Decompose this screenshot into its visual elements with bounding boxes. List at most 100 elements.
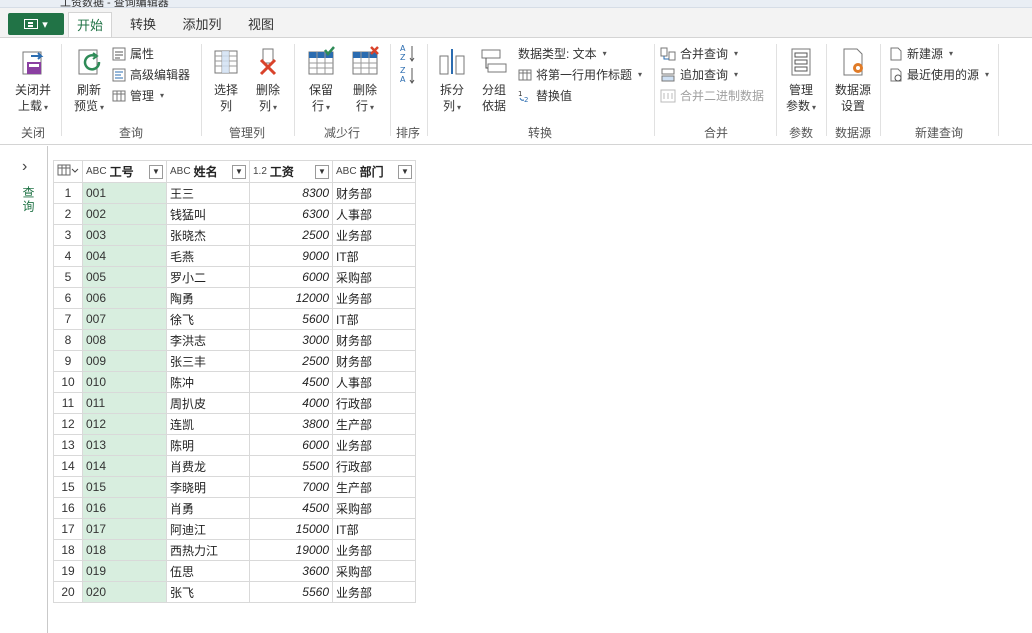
id-cell[interactable]: 004 bbox=[82, 245, 167, 267]
split-column-button[interactable]: 拆分 列 ▾ bbox=[432, 42, 472, 116]
salary-cell[interactable]: 5600 bbox=[249, 308, 333, 330]
tab-transform[interactable]: 转换 bbox=[120, 12, 166, 38]
append-queries-button[interactable]: 追加查询 ▾ bbox=[660, 65, 738, 85]
manage-query-button[interactable]: 管理 ▾ bbox=[112, 86, 164, 106]
name-cell[interactable]: 肖勇 bbox=[166, 497, 250, 519]
sort-ascending-button[interactable]: AZ bbox=[400, 42, 416, 64]
salary-cell[interactable]: 6000 bbox=[249, 266, 333, 288]
row-number-cell[interactable]: 7 bbox=[53, 308, 83, 330]
close-and-load-button[interactable]: 关闭并 上载 ▾ bbox=[8, 42, 58, 116]
id-cell[interactable]: 013 bbox=[82, 434, 167, 456]
department-cell[interactable]: 人事部 bbox=[332, 371, 416, 393]
properties-button[interactable]: 属性 bbox=[112, 44, 154, 64]
name-cell[interactable]: 陶勇 bbox=[166, 287, 250, 309]
decimal-type-icon[interactable]: 1.2 bbox=[253, 166, 267, 177]
id-cell[interactable]: 017 bbox=[82, 518, 167, 540]
expand-pane-chevron-icon[interactable]: › bbox=[22, 158, 27, 176]
table-row[interactable]: 16 016 肖勇 4500 采购部 bbox=[53, 497, 416, 519]
table-row[interactable]: 19 019 伍思 3600 采购部 bbox=[53, 560, 416, 582]
id-cell[interactable]: 001 bbox=[82, 182, 167, 204]
table-row[interactable]: 7 007 徐飞 5600 IT部 bbox=[53, 308, 416, 330]
name-cell[interactable]: 罗小二 bbox=[166, 266, 250, 288]
table-row[interactable]: 6 006 陶勇 12000 业务部 bbox=[53, 287, 416, 309]
replace-values-button[interactable]: 12 替换值 bbox=[518, 86, 572, 106]
table-row[interactable]: 11 011 周扒皮 4000 行政部 bbox=[53, 392, 416, 414]
merge-queries-button[interactable]: 合并查询 ▾ bbox=[660, 44, 738, 64]
row-number-cell[interactable]: 13 bbox=[53, 434, 83, 456]
column-header-department[interactable]: ABC 部门 ▼ bbox=[332, 160, 416, 183]
salary-cell[interactable]: 3800 bbox=[249, 413, 333, 435]
table-row[interactable]: 12 012 连凯 3800 生产部 bbox=[53, 413, 416, 435]
table-row[interactable]: 9 009 张三丰 2500 财务部 bbox=[53, 350, 416, 372]
row-number-cell[interactable]: 5 bbox=[53, 266, 83, 288]
department-cell[interactable]: IT部 bbox=[332, 308, 416, 330]
department-cell[interactable]: 业务部 bbox=[332, 434, 416, 456]
row-number-cell[interactable]: 11 bbox=[53, 392, 83, 414]
filter-dropdown-icon[interactable]: ▼ bbox=[398, 164, 412, 179]
id-cell[interactable]: 009 bbox=[82, 350, 167, 372]
tab-view[interactable]: 视图 bbox=[238, 12, 284, 38]
manage-parameters-button[interactable]: 管理 参数 ▾ bbox=[779, 42, 823, 116]
id-cell[interactable]: 016 bbox=[82, 497, 167, 519]
table-corner-menu[interactable] bbox=[53, 160, 83, 183]
name-cell[interactable]: 李洪志 bbox=[166, 329, 250, 351]
name-cell[interactable]: 张三丰 bbox=[166, 350, 250, 372]
table-row[interactable]: 13 013 陈明 6000 业务部 bbox=[53, 434, 416, 456]
row-number-cell[interactable]: 10 bbox=[53, 371, 83, 393]
salary-cell[interactable]: 6300 bbox=[249, 203, 333, 225]
name-cell[interactable]: 王三 bbox=[166, 182, 250, 204]
id-cell[interactable]: 015 bbox=[82, 476, 167, 498]
name-cell[interactable]: 徐飞 bbox=[166, 308, 250, 330]
department-cell[interactable]: 业务部 bbox=[332, 539, 416, 561]
salary-cell[interactable]: 15000 bbox=[249, 518, 333, 540]
column-header-id[interactable]: ABC 工号 ▼ bbox=[82, 160, 167, 183]
tab-add-column[interactable]: 添加列 bbox=[172, 12, 232, 38]
combine-binaries-button[interactable]: 合并二进制数据 bbox=[660, 86, 764, 106]
id-cell[interactable]: 014 bbox=[82, 455, 167, 477]
department-cell[interactable]: IT部 bbox=[332, 245, 416, 267]
filter-dropdown-icon[interactable]: ▼ bbox=[232, 164, 246, 179]
text-type-icon[interactable]: ABC bbox=[336, 166, 357, 177]
row-number-cell[interactable]: 3 bbox=[53, 224, 83, 246]
remove-columns-button[interactable]: 删除 列 ▾ bbox=[248, 42, 288, 116]
use-first-row-as-headers-button[interactable]: 将第一行用作标题 ▾ bbox=[518, 65, 642, 85]
data-type-dropdown[interactable]: 数据类型: 文本 ▾ bbox=[518, 44, 607, 64]
row-number-cell[interactable]: 19 bbox=[53, 560, 83, 582]
row-number-cell[interactable]: 8 bbox=[53, 329, 83, 351]
file-menu-button[interactable]: ▾ bbox=[8, 13, 64, 35]
table-row[interactable]: 3 003 张晓杰 2500 业务部 bbox=[53, 224, 416, 246]
name-cell[interactable]: 陈明 bbox=[166, 434, 250, 456]
department-cell[interactable]: 业务部 bbox=[332, 581, 416, 603]
sort-descending-button[interactable]: ZA bbox=[400, 64, 416, 86]
column-header-salary[interactable]: 1.2 工资 ▼ bbox=[249, 160, 333, 183]
salary-cell[interactable]: 2500 bbox=[249, 224, 333, 246]
department-cell[interactable]: 财务部 bbox=[332, 329, 416, 351]
name-cell[interactable]: 陈冲 bbox=[166, 371, 250, 393]
name-cell[interactable]: 毛燕 bbox=[166, 245, 250, 267]
salary-cell[interactable]: 12000 bbox=[249, 287, 333, 309]
name-cell[interactable]: 连凯 bbox=[166, 413, 250, 435]
salary-cell[interactable]: 5500 bbox=[249, 455, 333, 477]
salary-cell[interactable]: 9000 bbox=[249, 245, 333, 267]
id-cell[interactable]: 003 bbox=[82, 224, 167, 246]
id-cell[interactable]: 007 bbox=[82, 308, 167, 330]
salary-cell[interactable]: 19000 bbox=[249, 539, 333, 561]
table-row[interactable]: 4 004 毛燕 9000 IT部 bbox=[53, 245, 416, 267]
department-cell[interactable]: 采购部 bbox=[332, 560, 416, 582]
id-cell[interactable]: 020 bbox=[82, 581, 167, 603]
table-row[interactable]: 1 001 王三 8300 财务部 bbox=[53, 182, 416, 204]
department-cell[interactable]: IT部 bbox=[332, 518, 416, 540]
department-cell[interactable]: 行政部 bbox=[332, 455, 416, 477]
remove-rows-button[interactable]: 删除 行 ▾ bbox=[344, 42, 386, 116]
id-cell[interactable]: 011 bbox=[82, 392, 167, 414]
salary-cell[interactable]: 3000 bbox=[249, 329, 333, 351]
id-cell[interactable]: 010 bbox=[82, 371, 167, 393]
salary-cell[interactable]: 3600 bbox=[249, 560, 333, 582]
queries-pane-label[interactable]: 查询 bbox=[20, 186, 37, 214]
choose-columns-button[interactable]: 选择 列 bbox=[206, 42, 246, 114]
name-cell[interactable]: 伍思 bbox=[166, 560, 250, 582]
table-row[interactable]: 18 018 西热力江 19000 业务部 bbox=[53, 539, 416, 561]
filter-dropdown-icon[interactable]: ▼ bbox=[149, 164, 163, 179]
refresh-preview-button[interactable]: 刷新 预览 ▾ bbox=[66, 42, 112, 116]
name-cell[interactable]: 西热力江 bbox=[166, 539, 250, 561]
